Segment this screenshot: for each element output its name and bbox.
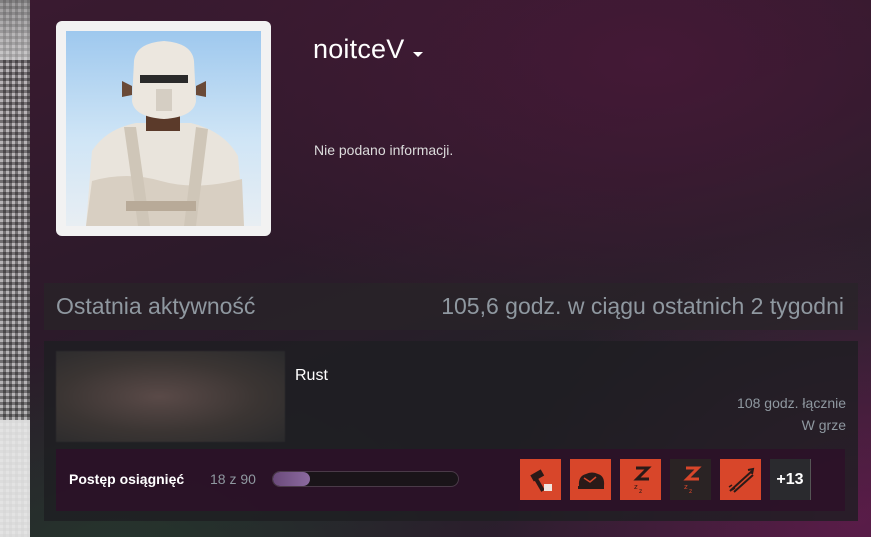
game-status: W grze bbox=[801, 417, 846, 433]
game-capsule-image[interactable] bbox=[56, 351, 285, 442]
persona-name-dropdown[interactable]: noitceV bbox=[313, 34, 424, 65]
svg-text:z: z bbox=[634, 483, 638, 491]
game-name-link[interactable]: Rust bbox=[295, 367, 328, 385]
boulder-achievement-icon[interactable] bbox=[570, 459, 611, 500]
avatar-figure-icon bbox=[86, 41, 244, 226]
recent-activity-header: Ostatnia aktywność 105,6 godz. w ciągu o… bbox=[44, 283, 858, 330]
sleep-achievement-icon[interactable]: z z bbox=[620, 459, 661, 500]
hammer-achievement-icon[interactable] bbox=[520, 459, 561, 500]
svg-text:z: z bbox=[689, 488, 692, 495]
achievement-progress-label[interactable]: Postęp osiągnięć bbox=[69, 471, 184, 487]
achievement-progress-track bbox=[272, 471, 459, 487]
sleep-dark-achievement-icon[interactable]: z z bbox=[670, 459, 711, 500]
recent-game-card: Rust 108 godz. łącznie W grze Postęp osi… bbox=[44, 341, 858, 521]
achievement-progress-bar: Postęp osiągnięć 18 z 90 z z z z +13 bbox=[56, 449, 845, 511]
recent-playtime: 105,6 godz. w ciągu ostatnich 2 tygodni bbox=[441, 293, 844, 319]
achievement-progress-fill bbox=[273, 472, 310, 486]
chevron-down-icon[interactable] bbox=[413, 51, 424, 57]
svg-text:z: z bbox=[684, 483, 688, 491]
profile-summary: Nie podano informacji. bbox=[314, 142, 454, 158]
background-strip-top bbox=[0, 0, 30, 60]
svg-text:z: z bbox=[639, 488, 642, 495]
achievement-icons: z z z z +13 bbox=[520, 459, 811, 500]
background-strip-bottom bbox=[0, 420, 30, 537]
avatar-frame bbox=[56, 21, 271, 236]
arrows-achievement-icon[interactable] bbox=[720, 459, 761, 500]
game-total-hours: 108 godz. łącznie bbox=[737, 395, 846, 411]
more-achievements-button[interactable]: +13 bbox=[770, 459, 811, 500]
persona-name: noitceV bbox=[313, 34, 405, 64]
recent-activity-title[interactable]: Ostatnia aktywność bbox=[56, 293, 255, 320]
achievement-count: 18 z 90 bbox=[210, 471, 256, 487]
avatar[interactable] bbox=[66, 31, 261, 226]
